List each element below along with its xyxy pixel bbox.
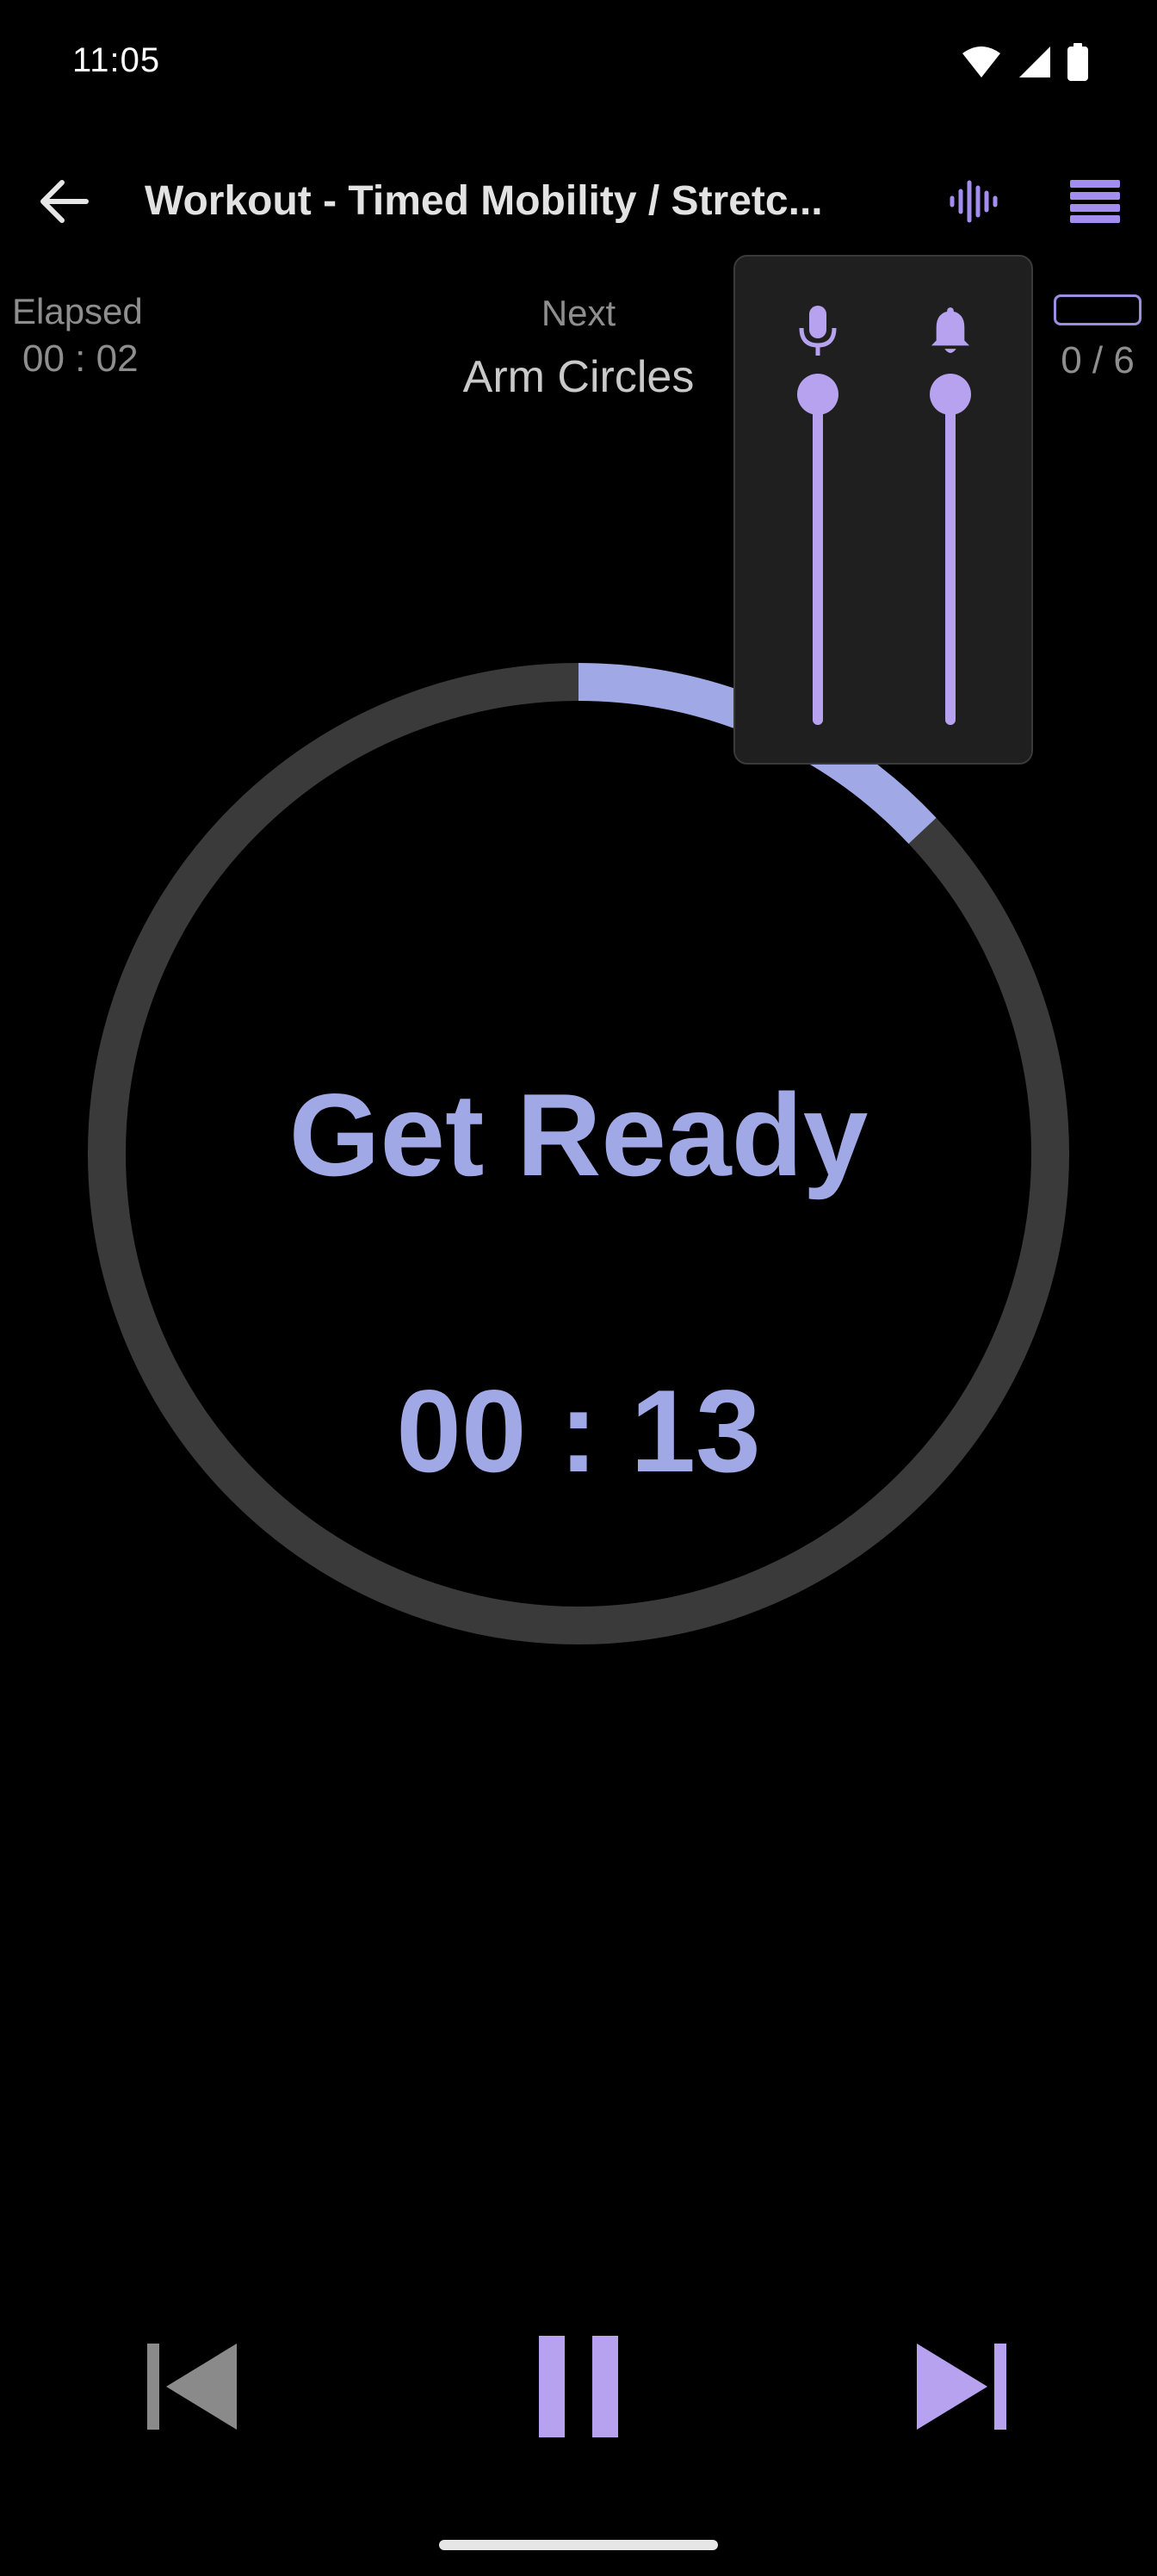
alert-volume-thumb[interactable] [930, 374, 971, 415]
countdown-timer: 00 : 13 [396, 1365, 761, 1496]
cell-signal-icon [1018, 45, 1052, 84]
alert-volume-fill [945, 394, 956, 725]
bell-icon [930, 305, 971, 358]
page-title: Workout - Timed Mobility / Stretc... [145, 178, 823, 224]
voice-volume-fill [813, 394, 823, 725]
status-icons [961, 43, 1088, 85]
elapsed-label: Elapsed [12, 291, 143, 331]
skip-next-icon [915, 2342, 1006, 2436]
voice-volume-thumb[interactable] [797, 374, 838, 415]
voice-volume-slider[interactable] [783, 257, 852, 763]
skip-previous-button[interactable] [141, 2337, 244, 2440]
next-label: Next [541, 293, 616, 333]
status-time: 11:05 [72, 41, 161, 79]
phase-label: Get Ready [288, 1069, 869, 1200]
voice-volume-track[interactable] [797, 374, 838, 725]
arrow-back-icon [38, 179, 90, 228]
microphone-icon [797, 305, 838, 358]
alert-volume-slider[interactable] [916, 257, 985, 763]
elapsed-value: 00 : 02 [22, 337, 139, 380]
skip-next-button[interactable] [909, 2337, 1012, 2440]
pause-icon [539, 2335, 618, 2442]
home-indicator[interactable] [439, 2540, 718, 2550]
skip-previous-icon [147, 2342, 238, 2436]
volume-panel [733, 255, 1033, 765]
battery-icon [1067, 43, 1088, 85]
menu-icon [1070, 179, 1120, 227]
exercise-progress-bar [1054, 294, 1142, 325]
voice-waveform-icon [949, 176, 1000, 232]
voice-button[interactable] [940, 169, 1009, 238]
wifi-icon [961, 45, 1002, 84]
next-exercise-name: Arm Circles [462, 352, 695, 402]
exercise-progress-count: 0 / 6 [1061, 339, 1135, 381]
pause-button[interactable] [527, 2333, 630, 2443]
menu-button[interactable] [1061, 169, 1129, 238]
back-button[interactable] [29, 169, 98, 238]
alert-volume-track[interactable] [930, 374, 971, 725]
